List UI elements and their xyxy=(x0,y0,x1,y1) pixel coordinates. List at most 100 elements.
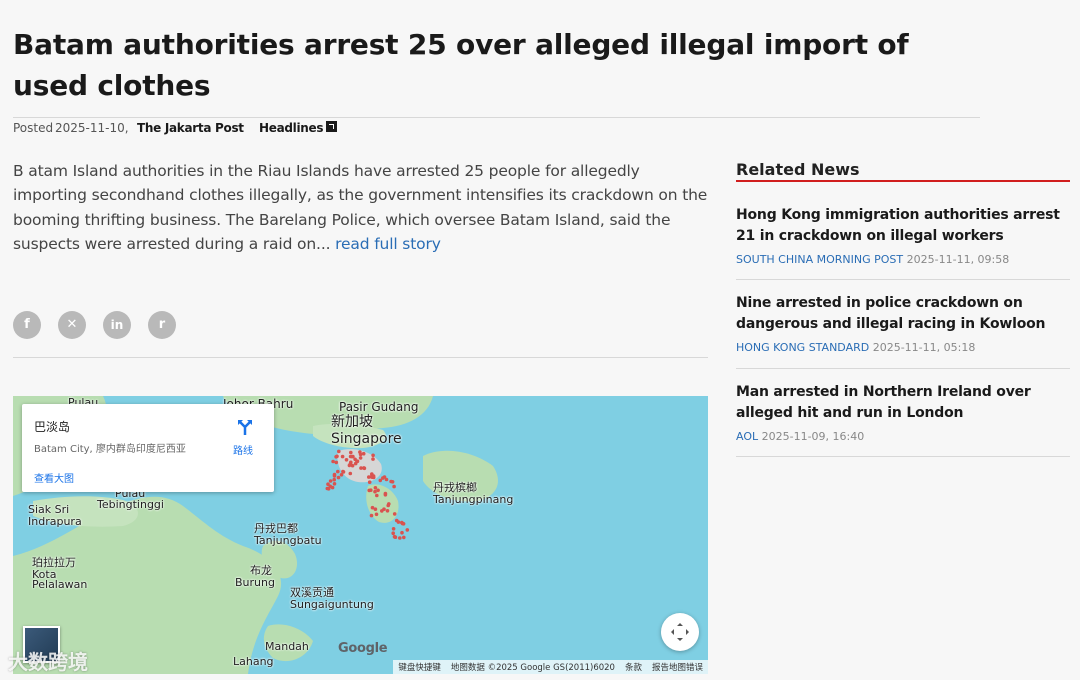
map-pin[interactable] xyxy=(355,459,360,463)
related-meta: HONG KONG STANDARD 2025-11-11, 05:18 xyxy=(736,341,1070,354)
related-source[interactable]: SOUTH CHINA MORNING POST xyxy=(736,253,903,266)
map-pin[interactable] xyxy=(328,484,333,489)
map-pin[interactable] xyxy=(393,535,398,539)
map-pin[interactable] xyxy=(361,451,366,456)
map-pin[interactable] xyxy=(392,484,396,489)
map-pin[interactable] xyxy=(402,535,406,540)
map-pin[interactable] xyxy=(348,471,353,476)
map-pin[interactable] xyxy=(405,528,410,532)
map-pin[interactable] xyxy=(341,469,345,474)
related-time: 2025-11-11, 09:58 xyxy=(906,253,1010,266)
reddit-icon[interactable]: r xyxy=(148,311,176,339)
report-map-error-link[interactable]: 报告地图错误 xyxy=(647,661,708,673)
headlines-label: Headlines xyxy=(259,121,324,135)
map-pin[interactable] xyxy=(373,489,377,494)
map-pin[interactable] xyxy=(331,459,335,464)
place-lahang: Lahang xyxy=(233,655,274,668)
map-pin[interactable] xyxy=(332,482,337,486)
view-larger-map-link[interactable]: 查看大图 xyxy=(34,470,74,485)
map-pin[interactable] xyxy=(358,452,363,457)
place-indrapura: Indrapura xyxy=(28,515,82,528)
map-pin[interactable] xyxy=(349,450,353,455)
map-pin[interactable] xyxy=(391,527,396,531)
map-pin[interactable] xyxy=(349,454,354,459)
locate-button[interactable] xyxy=(661,613,699,651)
map-pin[interactable] xyxy=(335,454,339,459)
article-title: Batam authorities arrest 25 over alleged… xyxy=(13,28,909,102)
linkedin-icon[interactable]: in xyxy=(103,311,131,339)
map-pin[interactable] xyxy=(334,460,339,465)
map-pin[interactable] xyxy=(344,458,349,462)
map-pin[interactable] xyxy=(358,456,363,460)
related-item[interactable]: Man arrested in Northern Ireland over al… xyxy=(736,382,1070,443)
place-pasir-gudang: Pasir Gudang xyxy=(339,400,419,414)
place-sungaiguntung: Sungaiguntung xyxy=(290,598,374,611)
related-meta: SOUTH CHINA MORNING POST 2025-11-11, 09:… xyxy=(736,253,1070,266)
related-item[interactable]: Hong Kong immigration authorities arrest… xyxy=(736,205,1070,266)
map-pin[interactable] xyxy=(394,518,399,523)
map-pin[interactable] xyxy=(385,509,390,513)
place-tebingtinggi: Tebingtinggi xyxy=(97,498,164,511)
map-pin[interactable] xyxy=(375,493,379,498)
divider xyxy=(13,117,980,118)
map-pin[interactable] xyxy=(336,469,340,474)
directions-icon[interactable] xyxy=(236,418,254,436)
place-singapore: Singapore xyxy=(331,431,402,447)
map-pin[interactable] xyxy=(392,512,397,516)
map-pin[interactable] xyxy=(328,479,333,483)
map-pin[interactable] xyxy=(387,502,391,506)
map-pin[interactable] xyxy=(401,522,406,526)
map-pin[interactable] xyxy=(349,460,353,465)
terms-link[interactable]: 条款 xyxy=(620,661,647,673)
map-pin[interactable] xyxy=(383,493,388,497)
place-mandah: Mandah xyxy=(265,640,309,653)
map-pin[interactable] xyxy=(337,449,341,454)
map-pin[interactable] xyxy=(398,536,402,540)
map-pin[interactable] xyxy=(373,507,378,511)
map-pin[interactable] xyxy=(332,474,337,478)
related-item[interactable]: Nine arrested in police crackdown on dan… xyxy=(736,293,1070,354)
map-pin[interactable] xyxy=(371,474,376,478)
place-burung: Burung xyxy=(235,576,275,589)
x-icon[interactable]: ✕ xyxy=(58,311,86,339)
read-full-story-link[interactable]: read full story xyxy=(335,235,441,253)
related-time: 2025-11-09, 16:40 xyxy=(761,430,865,443)
map-pin[interactable] xyxy=(391,531,396,535)
headlines-tag[interactable]: Headlines xyxy=(259,121,338,135)
map-pin[interactable] xyxy=(378,478,383,483)
map-pin[interactable] xyxy=(389,479,393,484)
posted-label: Posted xyxy=(13,121,54,135)
related-source[interactable]: AOL xyxy=(736,430,758,443)
related-source[interactable]: HONG KONG STANDARD xyxy=(736,341,869,354)
related-headline[interactable]: Hong Kong immigration authorities arrest… xyxy=(736,205,1070,247)
map-pin[interactable] xyxy=(376,488,380,493)
map-pin[interactable] xyxy=(371,457,375,461)
map-pin[interactable] xyxy=(367,480,372,484)
external-link-icon xyxy=(326,121,338,132)
map-embed[interactable]: Johor Bahru Pulau Pasir Gudang 新加坡 Singa… xyxy=(13,396,708,674)
map-pin[interactable] xyxy=(374,512,379,517)
map-pin[interactable] xyxy=(371,453,375,458)
related-headline[interactable]: Man arrested in Northern Ireland over al… xyxy=(736,382,1070,424)
divider xyxy=(736,456,1070,457)
map-pin[interactable] xyxy=(332,477,337,482)
source-link[interactable]: The Jakarta Post xyxy=(137,121,244,135)
map-pin[interactable] xyxy=(336,475,341,480)
map-pin[interactable] xyxy=(362,466,366,470)
map-pin[interactable] xyxy=(369,488,373,492)
map-pin[interactable] xyxy=(339,473,344,477)
directions-label[interactable]: 路线 xyxy=(233,442,253,457)
google-logo: Google xyxy=(338,641,388,656)
map-pin[interactable] xyxy=(384,477,389,482)
map-pin[interactable] xyxy=(340,454,345,459)
map-pin[interactable] xyxy=(369,513,374,518)
map-pin[interactable] xyxy=(400,530,404,535)
divider xyxy=(13,357,708,358)
map-pin[interactable] xyxy=(373,486,378,490)
map-data-attribution: 地图数据 ©2025 Google GS(2011)6020 xyxy=(450,663,615,673)
related-meta: AOL 2025-11-09, 16:40 xyxy=(736,430,1070,443)
facebook-icon[interactable]: f xyxy=(13,311,41,339)
related-headline[interactable]: Nine arrested in police crackdown on dan… xyxy=(736,293,1070,335)
keyboard-shortcuts-link[interactable]: 键盘快捷键 xyxy=(393,661,446,673)
map-pin[interactable] xyxy=(382,507,386,511)
